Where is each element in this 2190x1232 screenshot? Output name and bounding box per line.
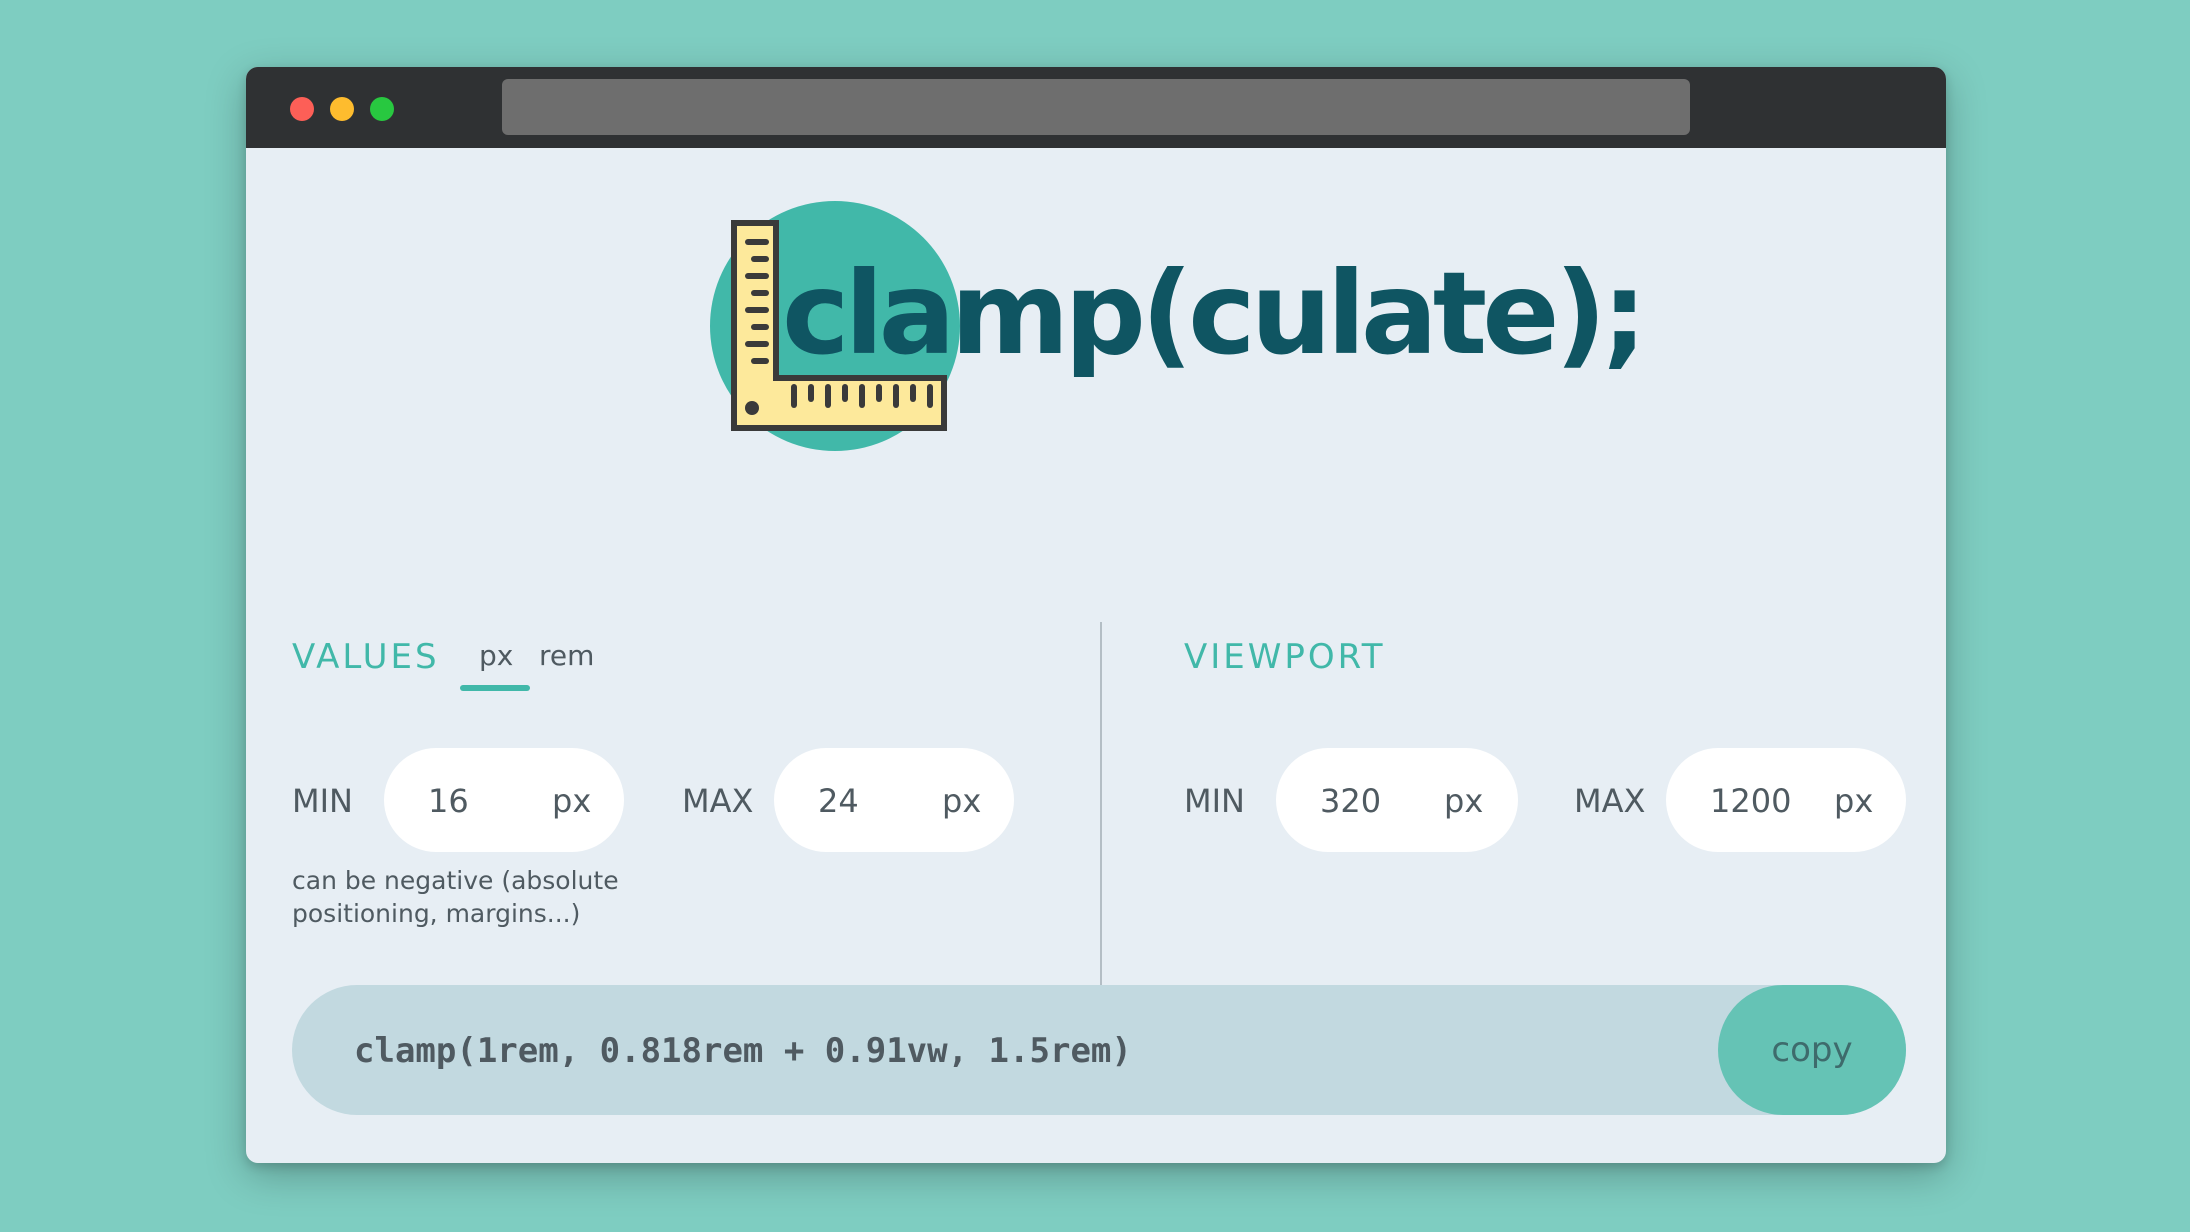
- unit-tab-px[interactable]: px: [479, 639, 513, 672]
- clamp-output[interactable]: clamp(1rem, 0.818rem + 0.91vw, 1.5rem): [354, 1031, 1132, 1071]
- values-heading: VALUES: [292, 637, 440, 677]
- negative-values-note: can be negative (absolute positioning, m…: [292, 866, 619, 928]
- viewport-min-field[interactable]: px: [1276, 748, 1518, 852]
- viewport-max-input[interactable]: [1710, 782, 1830, 820]
- section-divider: [1100, 622, 1102, 996]
- app-title: clamp(culate);: [782, 247, 1647, 380]
- address-bar[interactable]: [502, 79, 1690, 135]
- close-window-button[interactable]: [290, 97, 314, 121]
- values-min-label: MIN: [292, 782, 353, 820]
- viewport-max-field[interactable]: px: [1666, 748, 1906, 852]
- unit-tab-rem[interactable]: rem: [539, 639, 594, 672]
- active-tab-indicator: [460, 685, 530, 691]
- viewport-min-label: MIN: [1184, 782, 1245, 820]
- output-bar: clamp(1rem, 0.818rem + 0.91vw, 1.5rem) c…: [292, 985, 1906, 1115]
- values-max-field[interactable]: px: [774, 748, 1014, 852]
- viewport-min-unit: px: [1444, 782, 1484, 820]
- values-min-unit: px: [552, 782, 592, 820]
- minimize-window-button[interactable]: [330, 97, 354, 121]
- values-max-input[interactable]: [818, 782, 938, 820]
- copy-button[interactable]: copy: [1718, 985, 1906, 1115]
- values-max-label: MAX: [682, 782, 754, 820]
- values-min-input[interactable]: [428, 782, 548, 820]
- values-min-field[interactable]: px: [384, 748, 624, 852]
- maximize-window-button[interactable]: [370, 97, 394, 121]
- window-titlebar: [246, 67, 1946, 148]
- values-max-unit: px: [942, 782, 982, 820]
- viewport-max-label: MAX: [1574, 782, 1646, 820]
- viewport-min-input[interactable]: [1320, 782, 1440, 820]
- browser-window: clamp(culate); VALUES px rem MIN px MAX …: [246, 67, 1946, 1163]
- viewport-heading: VIEWPORT: [1184, 637, 1386, 677]
- viewport-max-unit: px: [1834, 782, 1874, 820]
